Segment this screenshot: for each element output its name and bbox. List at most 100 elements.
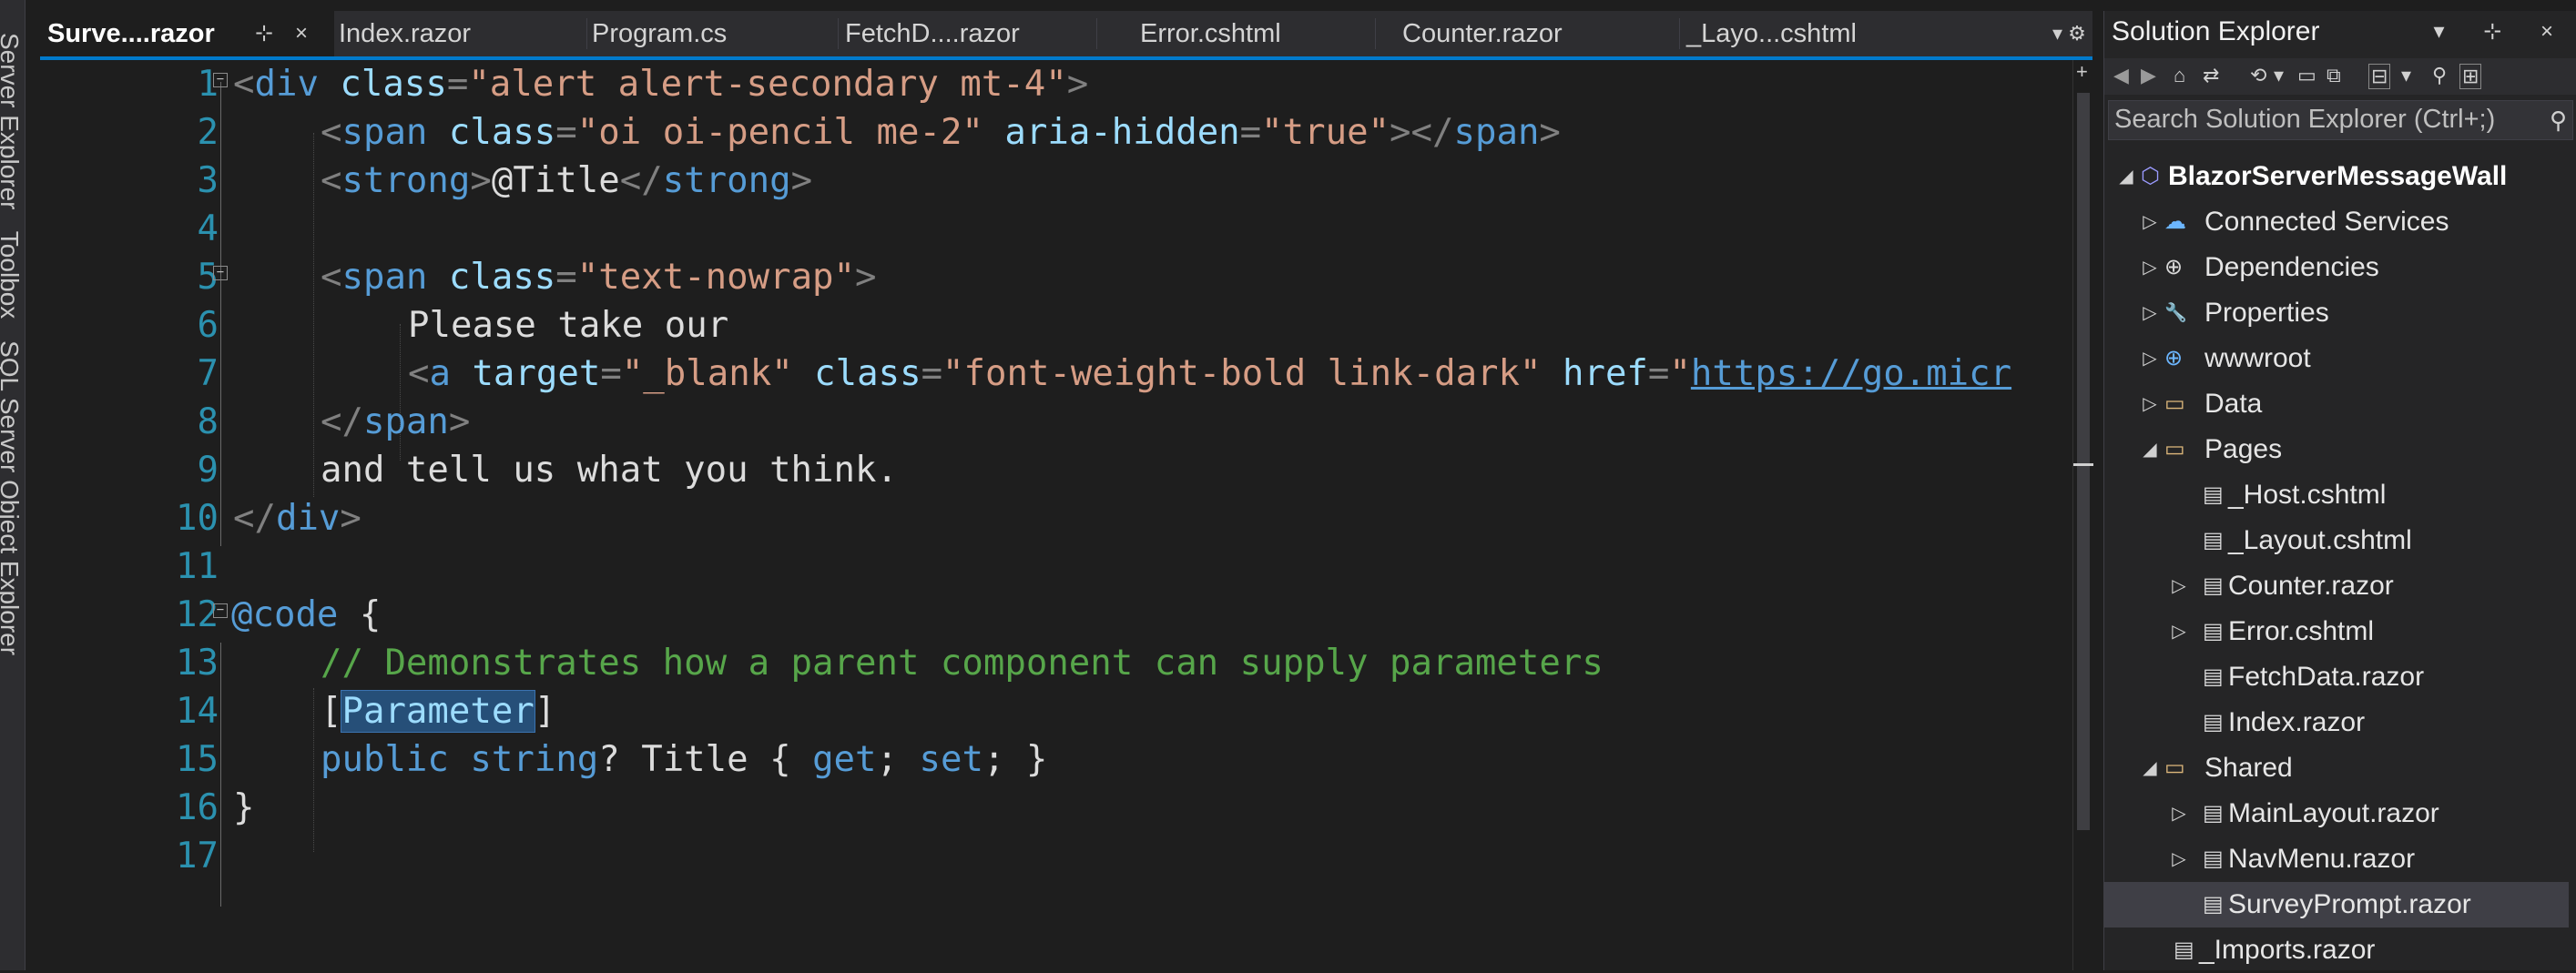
code-line[interactable]: 11 xyxy=(40,542,2092,591)
document-tab-bar: Surve....razor ⊹ × Index.razor Program.c… xyxy=(40,11,2092,60)
tree-node-counter[interactable]: ▷ ▤ Counter.razor xyxy=(2104,563,2576,609)
pin-icon[interactable]: ⊹ xyxy=(255,11,273,56)
tab-index[interactable]: Index.razor xyxy=(339,11,471,56)
expand-arrow-icon[interactable]: ▷ xyxy=(2141,199,2159,245)
tab-counter[interactable]: Counter.razor xyxy=(1402,11,1563,56)
fold-toggle-icon[interactable]: − xyxy=(213,73,228,87)
code-line[interactable]: 15 public string? Title { get; set; } xyxy=(40,735,2092,784)
close-icon[interactable]: × xyxy=(295,11,308,56)
tree-node-index[interactable]: ▤ Index.razor xyxy=(2104,700,2576,745)
tree-node-dependencies[interactable]: ▷ ⊕ Dependencies xyxy=(2104,245,2576,290)
home-icon[interactable]: ⌂ xyxy=(2174,64,2185,87)
server-explorer-tab[interactable]: Server Explorer xyxy=(0,33,24,210)
tree-node-surveyprompt[interactable]: ▤ SurveyPrompt.razor xyxy=(2104,882,2569,927)
fold-toggle-icon[interactable]: − xyxy=(213,603,228,618)
tree-node-imports[interactable]: ▤ _Imports.razor xyxy=(2104,927,2576,973)
tree-node-properties[interactable]: ▷ 🔧 Properties xyxy=(2104,290,2576,336)
file-icon: ▤ xyxy=(2203,482,2224,507)
tree-node-navmenu[interactable]: ▷ ▤ NavMenu.razor xyxy=(2104,836,2576,882)
scrollbar-thumb[interactable] xyxy=(2077,93,2090,830)
code-line[interactable]: 14 [Parameter] xyxy=(40,687,2092,735)
fold-toggle-icon[interactable]: − xyxy=(213,266,228,280)
dropdown-icon[interactable]: ▾ xyxy=(2401,64,2411,87)
file-icon: ▤ xyxy=(2203,528,2224,552)
expand-arrow-icon[interactable]: ▷ xyxy=(2170,609,2188,654)
expand-arrow-icon[interactable]: ▷ xyxy=(2170,791,2188,836)
expand-arrow-icon[interactable]: ◢ xyxy=(2117,154,2135,199)
tab-error[interactable]: Error.cshtml xyxy=(1140,11,1281,56)
code-line[interactable]: 13 // Demonstrates how a parent componen… xyxy=(40,639,2092,687)
preview-selected-icon[interactable]: ⊞ xyxy=(2459,64,2482,89)
tab-divider xyxy=(1679,18,1680,49)
code-line[interactable]: 6 Please take our xyxy=(40,301,2092,350)
expand-arrow-icon[interactable]: ▷ xyxy=(2170,563,2188,609)
tree-node-label: Shared xyxy=(2204,753,2293,783)
tree-node-fetchdata[interactable]: ▤ FetchData.razor xyxy=(2104,654,2576,700)
pending-changes-icon[interactable]: ⟲ xyxy=(2250,64,2266,87)
dependencies-icon: ⊕ xyxy=(2164,255,2184,279)
tree-node-pages[interactable]: ◢ ▭ Pages xyxy=(2104,427,2576,472)
code-line[interactable]: 7 <a target="_blank" class="font-weight-… xyxy=(40,350,2092,398)
expand-arrow-icon[interactable]: ▷ xyxy=(2141,336,2159,381)
code-line[interactable]: 5 − <span class="text-nowrap"> xyxy=(40,253,2092,301)
tab-fetchdata[interactable]: FetchD....razor xyxy=(845,11,1020,56)
search-icon[interactable]: ⚲ xyxy=(2550,106,2567,135)
code-line[interactable]: 4 xyxy=(40,205,2092,253)
code-line[interactable]: 12 − @code { xyxy=(40,591,2092,639)
code-line[interactable]: 8 </span> xyxy=(40,398,2092,446)
tree-node-label: Dependencies xyxy=(2204,252,2379,282)
expand-arrow-icon[interactable]: ▷ xyxy=(2141,381,2159,427)
split-editor-icon[interactable]: + xyxy=(2076,60,2088,84)
forward-icon[interactable]: ▶ xyxy=(2141,64,2156,87)
solution-explorer-search-input[interactable]: Search Solution Explorer (Ctrl+;) ⚲ xyxy=(2108,100,2573,140)
tree-node-label: _Layout.cshtml xyxy=(2228,525,2412,555)
expand-arrow-icon[interactable]: ▷ xyxy=(2141,245,2159,290)
code-editor[interactable]: 1 − <div class="alert alert-secondary mt… xyxy=(40,60,2092,970)
show-all-files-icon[interactable]: ⧉ xyxy=(2327,64,2341,87)
code-line[interactable]: 10 </div> xyxy=(40,494,2092,542)
editor-scrollbar[interactable]: + xyxy=(2072,60,2093,970)
solution-explorer-toolbar: ◀ ▶ ⌂ ⇄ ⟲ ▾ ▭ ⧉ ⊟ ▾ ⚲ ⊞ xyxy=(2104,58,2576,95)
code-line[interactable]: 3 <strong>@Title</strong> xyxy=(40,157,2092,205)
switch-views-icon[interactable]: ⇄ xyxy=(2203,64,2219,87)
file-icon: ▤ xyxy=(2203,801,2224,826)
tree-node-error[interactable]: ▷ ▤ Error.cshtml xyxy=(2104,609,2576,654)
back-icon[interactable]: ◀ xyxy=(2113,64,2129,87)
toolbox-tab[interactable]: Toolbox xyxy=(0,231,24,319)
file-icon: ▤ xyxy=(2203,619,2224,644)
line-number: 12 xyxy=(176,594,219,635)
code-text: @code { xyxy=(231,594,382,635)
tree-node-mainlayout[interactable]: ▷ ▤ MainLayout.razor xyxy=(2104,791,2576,836)
expand-arrow-icon[interactable]: ▷ xyxy=(2170,836,2188,882)
survey-url-link[interactable]: https://go.micr xyxy=(1691,353,2011,394)
panel-window-controls-icon[interactable]: ▾ ⊹ × xyxy=(2433,18,2570,45)
tree-node-wwwroot[interactable]: ▷ ⊕ wwwroot xyxy=(2104,336,2576,381)
expand-arrow-icon[interactable]: ◢ xyxy=(2141,427,2159,472)
tab-surveyprompt[interactable]: Surve....razor ⊹ × xyxy=(40,11,334,56)
tree-node-label: Error.cshtml xyxy=(2228,616,2375,646)
tree-node-label: _Imports.razor xyxy=(2199,935,2376,965)
sql-server-object-explorer-tab[interactable]: SQL Server Object Explorer xyxy=(0,340,24,655)
tab-program[interactable]: Program.cs xyxy=(592,11,727,56)
tree-node-data[interactable]: ▷ ▭ Data xyxy=(2104,381,2576,427)
dropdown-icon[interactable]: ▾ xyxy=(2274,64,2284,87)
expand-arrow-icon[interactable]: ◢ xyxy=(2141,745,2159,791)
tree-node-shared[interactable]: ◢ ▭ Shared xyxy=(2104,745,2576,791)
tree-node-host[interactable]: ▤ _Host.cshtml xyxy=(2104,472,2576,518)
tree-node-project[interactable]: ◢ ⬡ BlazorServerMessageWall xyxy=(2104,154,2576,199)
code-line[interactable]: 2 <span class="oi oi-pencil me-2" aria-h… xyxy=(40,108,2092,157)
tab-layout[interactable]: _Layo...cshtml xyxy=(1686,11,1857,56)
tab-overflow-menu-icon[interactable]: ▾ ⚙ xyxy=(2052,22,2086,46)
code-line[interactable]: 9 and tell us what you think. xyxy=(40,446,2092,494)
line-number: 4 xyxy=(197,208,219,249)
expand-arrow-icon[interactable]: ▷ xyxy=(2141,290,2159,336)
code-line[interactable]: 16 } xyxy=(40,784,2092,832)
code-line[interactable]: 1 − <div class="alert alert-secondary mt… xyxy=(40,60,2092,108)
scrollbar-caret-marker xyxy=(2073,463,2093,466)
code-line[interactable]: 17 xyxy=(40,832,2092,880)
tree-node-connected-services[interactable]: ▷ ☁ Connected Services xyxy=(2104,199,2576,245)
properties-icon[interactable]: ⚲ xyxy=(2432,64,2447,87)
tree-node-layout[interactable]: ▤ _Layout.cshtml xyxy=(2104,518,2576,563)
collapse-all-icon[interactable]: ▭ xyxy=(2297,64,2316,87)
sync-with-document-icon[interactable]: ⊟ xyxy=(2368,64,2391,89)
